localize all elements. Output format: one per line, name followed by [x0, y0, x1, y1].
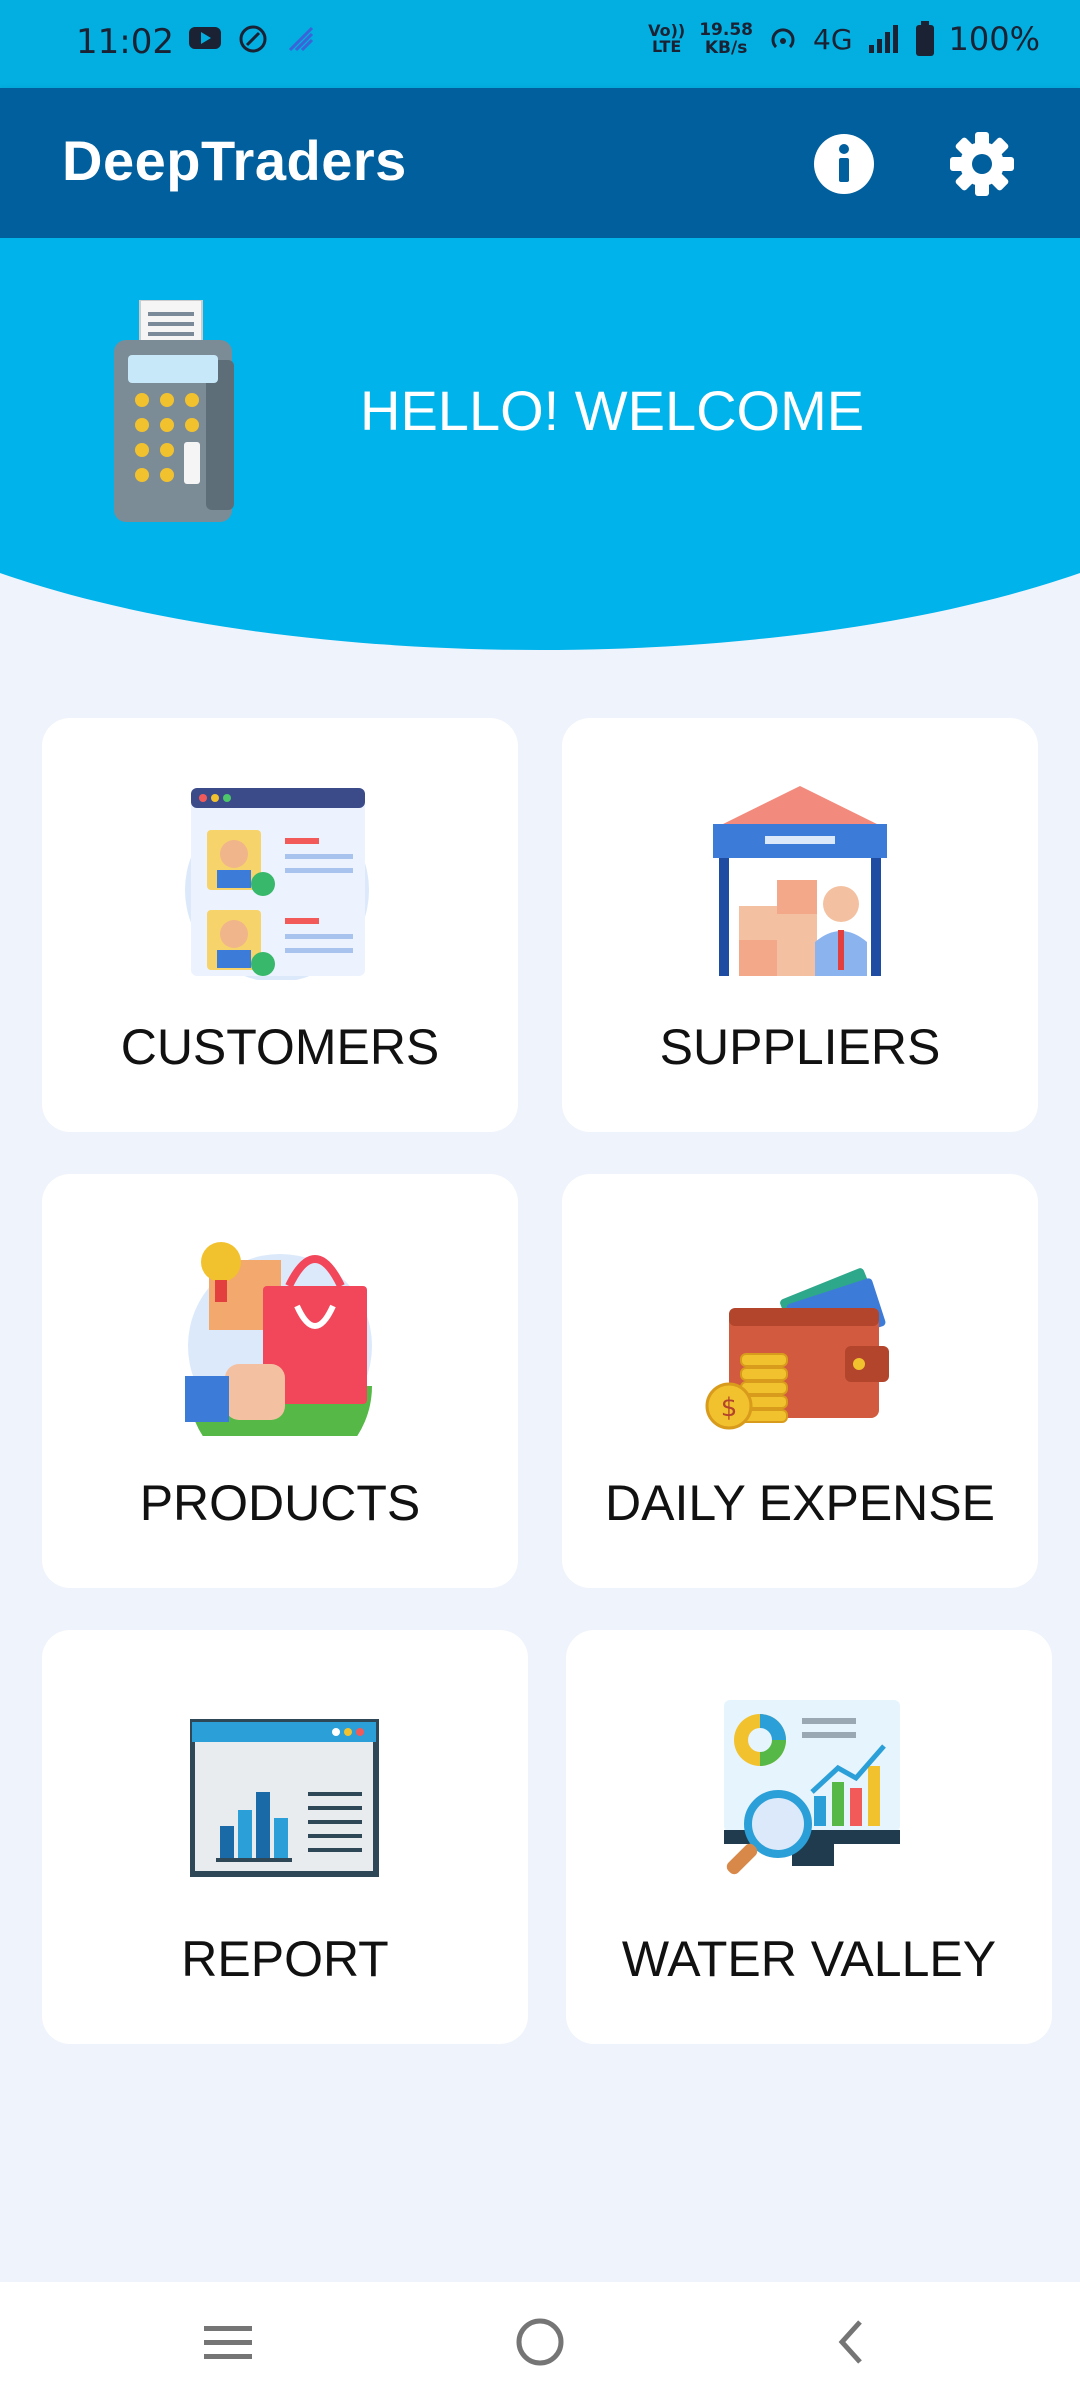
customers-icon — [185, 788, 369, 980]
signal-icon — [868, 25, 898, 53]
app-title: DeepTraders — [62, 129, 407, 192]
suppliers-card[interactable]: SUPPLIERS — [562, 718, 1038, 1132]
report-card[interactable]: REPORT — [42, 1630, 528, 2044]
hotspot-icon — [771, 28, 795, 49]
battery-icon — [915, 21, 934, 56]
wallet-icon: $ — [705, 1268, 889, 1430]
vpn-shield-icon — [239, 25, 267, 53]
report-label: REPORT — [181, 1931, 389, 1987]
app-notification-icon — [288, 26, 314, 52]
youtube-icon — [189, 27, 221, 49]
suppliers-icon — [713, 786, 887, 976]
products-icon — [185, 1242, 372, 1436]
status-bar: 11:02 Vo)) LTE 19.58 KB/s 4G 100% — [0, 0, 1080, 88]
gear-icon[interactable] — [948, 130, 1016, 198]
water-valley-card[interactable]: WATER VALLEY — [566, 1630, 1052, 2044]
products-label: PRODUCTS — [139, 1475, 421, 1531]
card-payment-terminal-icon — [114, 300, 234, 522]
analytics-icon — [724, 1700, 900, 1875]
volte-indicator: Vo)) LTE — [648, 21, 686, 56]
info-icon[interactable] — [812, 132, 876, 196]
network-speed: 19.58 KB/s — [699, 20, 753, 58]
home-circle-icon[interactable] — [510, 2312, 570, 2372]
network-type: 4G — [813, 22, 853, 56]
status-time: 11:02 — [76, 22, 174, 62]
welcome-text: HELLO! WELCOME — [360, 379, 865, 442]
customers-label: CUSTOMERS — [120, 1019, 440, 1075]
svg-text:$: $ — [721, 1393, 738, 1423]
daily-expense-label: DAILY EXPENSE — [605, 1475, 995, 1531]
products-card[interactable]: PRODUCTS — [42, 1174, 518, 1588]
welcome-banner: HELLO! WELCOME — [0, 238, 1080, 650]
system-navigation-bar — [0, 2282, 1080, 2400]
battery-percent: 100% — [948, 20, 1040, 58]
water-valley-label: WATER VALLEY — [621, 1931, 997, 1987]
suppliers-label: SUPPLIERS — [659, 1019, 941, 1075]
status-right-group: Vo)) LTE 19.58 KB/s 4G 100% — [648, 20, 1040, 58]
daily-expense-card[interactable]: $ DAILY EXPENSE — [562, 1174, 1038, 1588]
back-chevron-icon[interactable] — [822, 2312, 882, 2372]
customers-card[interactable]: CUSTOMERS — [42, 718, 518, 1132]
menu-icon[interactable] — [198, 2312, 258, 2372]
report-icon — [190, 1719, 379, 1877]
app-bar: DeepTraders — [0, 88, 1080, 238]
